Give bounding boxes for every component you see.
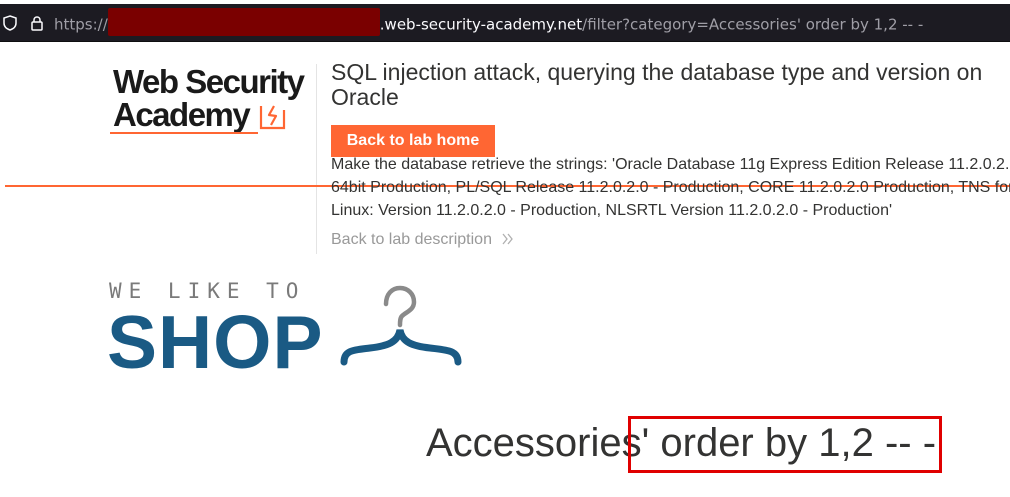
- academy-logo[interactable]: Web Security Academy: [110, 64, 315, 140]
- shield-icon[interactable]: [3, 15, 17, 31]
- logo-text-line2: Academy: [113, 96, 251, 133]
- url-path: /filter?category=Accessories' order by 1…: [582, 15, 924, 34]
- url-domain: .web-security-academy.net: [379, 15, 583, 34]
- lab-title-line1: SQL injection attack, querying the datab…: [331, 60, 983, 85]
- browser-url-bar[interactable]: https:// .web-security-academy.net/filter…: [0, 4, 1010, 42]
- hanger-icon: [340, 285, 462, 366]
- url-scheme: https://: [54, 15, 108, 34]
- lab-description: Make the database retrieve the strings: …: [331, 153, 1010, 222]
- header-divider: [316, 64, 317, 254]
- lock-icon[interactable]: [30, 15, 44, 31]
- back-to-lab-home-button[interactable]: Back to lab home: [331, 125, 495, 157]
- shop-brand: SHOP: [107, 300, 324, 384]
- logo-underline: [110, 132, 258, 134]
- double-chevron-right-icon: [502, 233, 514, 245]
- lab-description-link-label: Back to lab description: [331, 231, 492, 248]
- back-to-lab-description-link[interactable]: Back to lab description: [331, 231, 514, 249]
- lab-title-line2: Oracle: [331, 84, 399, 110]
- injection-highlight-box: [628, 416, 942, 473]
- logo-text-line1: Web Security: [113, 63, 305, 100]
- description-line: Linux: Version 11.2.0.2.0 - Production, …: [331, 202, 893, 219]
- lab-title: SQL injection attack, querying the datab…: [331, 60, 1010, 110]
- url-text[interactable]: https:// .web-security-academy.net/filter…: [54, 8, 924, 36]
- shop-tagline: WE LIKE TO: [109, 279, 306, 303]
- academy-logo-mark: [259, 105, 286, 130]
- description-line: 64bit Production, PL/SQL Release 11.2.0.…: [331, 179, 1010, 196]
- redacted-subdomain: [107, 8, 380, 36]
